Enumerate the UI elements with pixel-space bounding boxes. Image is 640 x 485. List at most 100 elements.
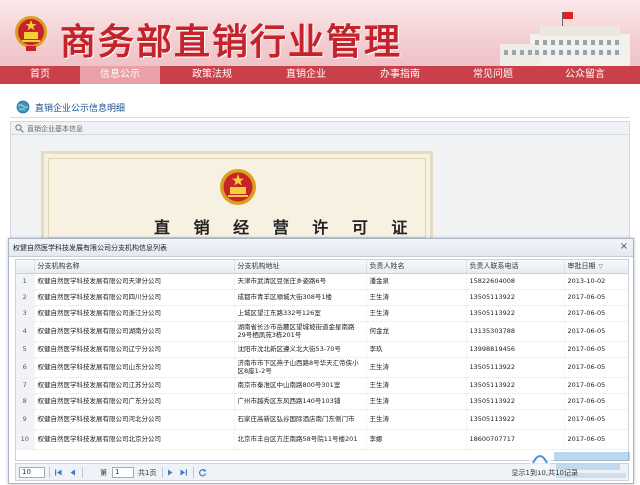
nav-item-policies[interactable]: 政策法规 xyxy=(172,66,252,84)
globe-icon xyxy=(16,100,30,114)
table-row[interactable]: 1 权健自然医学科技发展有限公司天津分公司 天津市武清区豆张庄乡姿路6号 潘金泉… xyxy=(16,273,628,290)
page-number-input[interactable]: 1 xyxy=(112,467,134,478)
divider xyxy=(49,467,50,478)
panel-header: 直销企业基本信息 xyxy=(10,121,630,135)
column-header-branch-name[interactable]: 分支机构名称 xyxy=(34,260,235,274)
cell-person-name: 李娜 xyxy=(366,429,467,450)
cell-branch-address: 北京市丰台区方庄南路58号院11号楼201 xyxy=(234,429,367,450)
cell-branch-address: 济南市市下区燕子山西路8号华天汇帝侠小区8座1-2号 xyxy=(234,357,367,378)
nav-item-info-disclosure[interactable]: 信息公示 xyxy=(80,66,160,84)
section-title-text: 直销企业公示信息明细 xyxy=(35,103,126,114)
cell-branch-name: 权健自然医学科技发展有限公司山东分公司 xyxy=(34,357,235,378)
government-building-image xyxy=(500,12,630,66)
prev-page-icon[interactable] xyxy=(68,468,77,477)
approval-date-label: 审批日期 xyxy=(567,262,596,271)
table-row[interactable]: 2 权健自然医学科技发展有限公司四川分公司 成都市青羊区顺城大街308号1楼 王… xyxy=(16,289,628,306)
row-index: 9 xyxy=(16,409,35,430)
main-nav: 首页 信息公示 政策法规 直销企业 办事指南 常见问题 公众留言 xyxy=(0,66,640,84)
cell-person-name: 王生涛 xyxy=(366,409,467,430)
nav-item-faq[interactable]: 常见问题 xyxy=(453,66,533,84)
row-index: 2 xyxy=(16,289,35,306)
cell-approval-date: 2017-06-05 xyxy=(564,305,628,322)
cell-branch-name: 权健自然医学科技发展有限公司湖南分公司 xyxy=(34,321,235,342)
last-page-icon[interactable] xyxy=(179,468,188,477)
cell-branch-address: 天津市武清区豆张庄乡姿路6号 xyxy=(234,273,367,290)
cell-approval-date: 2017-06-05 xyxy=(564,357,628,378)
row-index: 3 xyxy=(16,305,35,322)
table-row[interactable]: 7 权健自然医学科技发展有限公司江苏分公司 南京市秦淮区中山南路800号301室… xyxy=(16,377,628,394)
close-icon[interactable]: × xyxy=(619,242,629,252)
cell-person-name: 王生涛 xyxy=(366,377,467,394)
cell-branch-name: 权健自然医学科技发展有限公司广东分公司 xyxy=(34,393,235,410)
cell-branch-address: 南京市秦淮区中山南路800号301室 xyxy=(234,377,367,394)
branch-table: 分支机构名称 分支机构地址 负责人姓名 负责人联系电话 审批日期 ▽ 1 权健自然… xyxy=(15,259,629,461)
cell-approval-date: 2017-06-05 xyxy=(564,341,628,358)
table-row[interactable]: 6 权健自然医学科技发展有限公司山东分公司 济南市市下区燕子山西路8号华天汇帝侠… xyxy=(16,357,628,378)
cell-phone: 13505113922 xyxy=(466,393,565,410)
sort-icon[interactable]: ▽ xyxy=(599,263,604,270)
table-row[interactable]: 8 权健自然医学科技发展有限公司广东分公司 广州市越秀区东风西路140号103铺… xyxy=(16,393,628,410)
cell-branch-address: 广州市越秀区东风西路140号103铺 xyxy=(234,393,367,410)
table-row[interactable]: 5 权健自然医学科技发展有限公司辽宁分公司 沈阳市沈北新区遵义北大街53-70号… xyxy=(16,341,628,358)
divider xyxy=(82,467,83,478)
column-header-phone[interactable]: 负责人联系电话 xyxy=(466,260,565,274)
row-index: 5 xyxy=(16,341,35,358)
cell-person-name: 王生涛 xyxy=(366,289,467,306)
cell-phone: 15822604008 xyxy=(466,273,565,290)
page-size-select[interactable]: 10 xyxy=(19,467,45,478)
row-index: 8 xyxy=(16,393,35,410)
nav-item-companies[interactable]: 直销企业 xyxy=(266,66,346,84)
column-header-approval-date[interactable]: 审批日期 ▽ xyxy=(564,260,628,274)
cell-branch-name: 权健自然医学科技发展有限公司浙江分公司 xyxy=(34,305,235,322)
watermark-logo-image xyxy=(529,449,630,478)
cell-branch-address: 石家庄高新区弘谷国际酒店南门东侧门市 xyxy=(234,409,367,430)
divider xyxy=(162,467,163,478)
table-row[interactable]: 9 权健自然医学科技发展有限公司河北分公司 石家庄高新区弘谷国际酒店南门东侧门市… xyxy=(16,409,628,430)
column-header-index xyxy=(16,260,35,274)
cell-person-name: 李玖 xyxy=(366,341,467,358)
cell-person-name: 潘金泉 xyxy=(366,273,467,290)
site-title: 商务部直销行业管理 xyxy=(60,21,403,63)
cell-phone: 13505113922 xyxy=(466,357,565,378)
refresh-icon[interactable] xyxy=(198,468,207,477)
cell-person-name: 何金龙 xyxy=(366,321,467,342)
section-title: 直销企业公示信息明细 xyxy=(16,99,125,115)
divider xyxy=(10,117,630,118)
cell-branch-name: 权健自然医学科技发展有限公司北京分公司 xyxy=(34,429,235,450)
divider xyxy=(193,467,194,478)
cell-person-name: 王生涛 xyxy=(366,357,467,378)
cell-branch-name: 权健自然医学科技发展有限公司天津分公司 xyxy=(34,273,235,290)
total-pages: 共1页 xyxy=(138,469,157,477)
cell-branch-address: 成都市青羊区顺城大街308号1楼 xyxy=(234,289,367,306)
column-header-person-name[interactable]: 负责人姓名 xyxy=(366,260,467,274)
cell-approval-date: 2017-06-05 xyxy=(564,321,628,342)
cell-branch-name: 权健自然医学科技发展有限公司辽宁分公司 xyxy=(34,341,235,358)
license-certificate-image: 直 销 经 营 许 可 证 xyxy=(41,151,433,241)
cell-phone: 13505113922 xyxy=(466,289,565,306)
cell-phone: 13505113922 xyxy=(466,409,565,430)
nav-item-home[interactable]: 首页 xyxy=(0,66,80,84)
first-page-icon[interactable] xyxy=(54,468,63,477)
cell-branch-name: 权健自然医学科技发展有限公司河北分公司 xyxy=(34,409,235,430)
cell-branch-name: 权健自然医学科技发展有限公司四川分公司 xyxy=(34,289,235,306)
cell-branch-address: 沈阳市沈北新区遵义北大街53-70号 xyxy=(234,341,367,358)
cell-branch-name: 权健自然医学科技发展有限公司江苏分公司 xyxy=(34,377,235,394)
table-row[interactable]: 3 权健自然医学科技发展有限公司浙江分公司 上城区望江东路332号126室 王生… xyxy=(16,305,628,322)
cell-phone: 13505113922 xyxy=(466,305,565,322)
dialog-title: 权健自然医学科技发展有限公司分支机构信息列表 xyxy=(13,244,167,252)
nav-item-messages[interactable]: 公众留言 xyxy=(545,66,625,84)
cell-person-name: 王生涛 xyxy=(366,305,467,322)
table-row[interactable]: 4 权健自然医学科技发展有限公司湖南分公司 湖南省长沙市岳麓区望城坡街道金星南路… xyxy=(16,321,628,342)
nav-item-guide[interactable]: 办事指南 xyxy=(360,66,440,84)
national-emblem-icon xyxy=(15,16,47,51)
panel-title: 直销企业基本信息 xyxy=(27,125,83,133)
cell-phone: 13998819456 xyxy=(466,341,565,358)
cell-branch-address: 湖南省长沙市岳麓区望城坡街道金星南路29号栖凤苑3栋201号 xyxy=(234,321,367,342)
next-page-icon[interactable] xyxy=(166,468,175,477)
page-label: 第 xyxy=(100,469,107,477)
row-index: 10 xyxy=(16,429,35,450)
cell-person-name: 王生涛 xyxy=(366,393,467,410)
column-header-branch-address[interactable]: 分支机构地址 xyxy=(234,260,367,274)
cell-phone: 13135303788 xyxy=(466,321,565,342)
cell-approval-date: 2017-06-05 xyxy=(564,393,628,410)
